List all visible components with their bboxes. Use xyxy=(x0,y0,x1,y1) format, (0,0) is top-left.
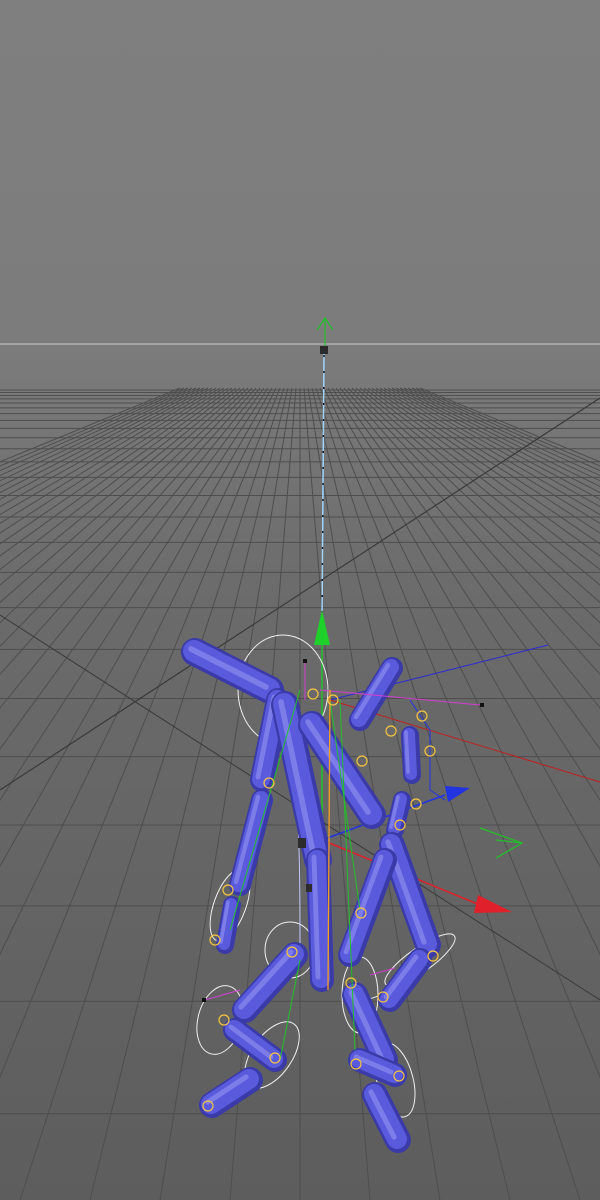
grid-line xyxy=(0,387,193,477)
grid-line xyxy=(159,387,293,1200)
3d-viewport[interactable] xyxy=(0,0,600,1200)
hip-null-icon[interactable] xyxy=(298,838,306,848)
pivot-icon[interactable] xyxy=(480,703,484,707)
pivot-icon-3[interactable] xyxy=(202,998,206,1002)
joint-marker-icon[interactable] xyxy=(385,725,397,737)
grid-line xyxy=(0,387,257,676)
grid-line xyxy=(0,387,181,463)
grid-line xyxy=(0,387,217,516)
grid-line xyxy=(375,387,600,534)
grid-line xyxy=(0,387,253,648)
grid-line xyxy=(395,387,600,494)
left-foot-limb[interactable] xyxy=(201,1069,259,1114)
left-forearm-2-limb[interactable] xyxy=(231,791,269,892)
grid-line xyxy=(399,387,600,487)
grid-line xyxy=(391,387,600,500)
grid-line xyxy=(0,387,209,500)
pelvis-null-icon[interactable] xyxy=(306,884,312,892)
grid-line xyxy=(0,387,261,709)
grid-line xyxy=(411,387,600,472)
grid-line xyxy=(0,387,201,487)
grid-line xyxy=(0,387,265,750)
grid-line xyxy=(0,387,197,482)
z-axis-line xyxy=(329,644,549,701)
grid-line xyxy=(0,387,225,534)
grid-line xyxy=(0,387,229,545)
gizmo-y-arrow-icon[interactable] xyxy=(314,610,330,645)
viewport-scene[interactable] xyxy=(0,0,600,1200)
gizmo-x-arrow-icon[interactable] xyxy=(474,895,512,913)
pivot-icon-2[interactable] xyxy=(303,659,307,663)
grid-line xyxy=(0,387,269,802)
joint-marker-icon[interactable] xyxy=(356,755,368,767)
joint-marker-icon[interactable] xyxy=(307,688,319,700)
null-object-icon[interactable] xyxy=(320,346,328,354)
grid-line xyxy=(403,387,600,482)
grid-line xyxy=(0,387,249,624)
joint-marker-icon[interactable] xyxy=(218,1014,230,1026)
grid-line xyxy=(383,387,600,516)
grid-line xyxy=(0,387,233,557)
right-forearm-limb-highlight xyxy=(404,730,410,774)
grid-line xyxy=(0,387,205,494)
gizmo-z-arrow-icon[interactable] xyxy=(445,786,470,802)
right-foot-limb[interactable] xyxy=(380,950,428,1008)
grid-line xyxy=(0,387,221,524)
grid-line xyxy=(0,387,189,472)
